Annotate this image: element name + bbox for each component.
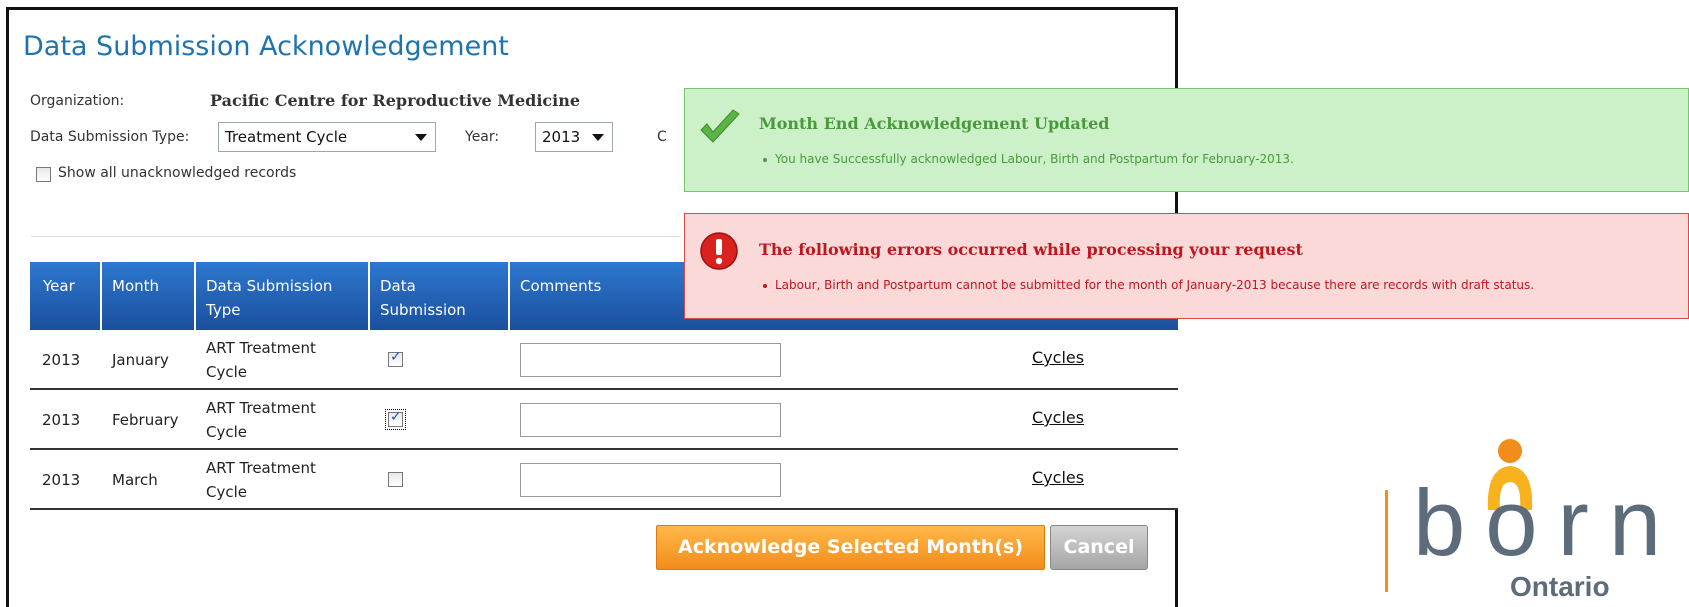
organization-value: Pacific Centre for Reproductive Medicine [210, 91, 581, 110]
clipped-label: C [657, 129, 667, 145]
year-select[interactable]: 2013 [535, 122, 613, 152]
bullet-icon [763, 283, 767, 288]
header-separator [194, 262, 196, 330]
submission-checkbox[interactable] [385, 409, 406, 430]
cycles-link[interactable]: Cycles [1032, 348, 1084, 367]
success-message: Month End Acknowledgement Updated You ha… [684, 88, 1689, 192]
submission-checkbox[interactable] [388, 349, 403, 367]
logo-subtitle: Ontario [1510, 571, 1610, 602]
year-label: Year: [465, 129, 500, 145]
logo-wordmark: born [1413, 470, 1682, 575]
cell-month: March [112, 471, 158, 489]
comment-input[interactable] [520, 463, 781, 497]
cycles-link[interactable]: Cycles [1032, 468, 1084, 487]
bullet-icon [763, 157, 767, 162]
header-comments: Comments [520, 277, 602, 295]
chevron-down-icon [592, 134, 604, 141]
cell-type: ART Treatment Cycle [206, 399, 316, 441]
year-value: 2013 [542, 128, 581, 146]
checkmark-icon [700, 109, 740, 143]
table-row: 2013 February ART Treatment Cycle Cycles [30, 390, 1178, 450]
submission-checkbox[interactable] [388, 472, 403, 487]
page-title: Data Submission Acknowledgement [23, 31, 509, 62]
header-type: Data Submission Type [206, 277, 333, 319]
acknowledge-button[interactable]: Acknowledge Selected Month(s) [656, 525, 1045, 570]
error-message: The following errors occurred while proc… [684, 213, 1689, 319]
header-year: Year [43, 277, 75, 295]
header-separator [100, 262, 102, 330]
born-logo: born Ontario [1380, 438, 1689, 602]
cell-month: January [112, 351, 169, 369]
cell-type: ART Treatment Cycle [206, 459, 316, 501]
submission-type-label: Data Submission Type: [30, 129, 190, 145]
submission-type-value: Treatment Cycle [225, 128, 348, 146]
success-text: You have Successfully acknowledged Labou… [775, 152, 1294, 166]
cell-year: 2013 [42, 411, 81, 429]
cell-year: 2013 [42, 351, 81, 369]
cycles-link[interactable]: Cycles [1032, 408, 1084, 427]
header-separator [368, 262, 370, 330]
header-separator [508, 262, 510, 330]
cell-type: ART Treatment Cycle [206, 339, 316, 381]
organization-label: Organization: [30, 93, 125, 109]
success-title: Month End Acknowledgement Updated [759, 114, 1110, 133]
success-item: You have Successfully acknowledged Labou… [763, 152, 1294, 166]
cell-year: 2013 [42, 471, 81, 489]
comment-input[interactable] [520, 343, 781, 377]
table-row: 2013 January ART Treatment Cycle Cycles [30, 330, 1178, 390]
show-unacknowledged-label: Show all unacknowledged records [58, 165, 297, 181]
logo-accent-bar [1385, 490, 1388, 592]
error-text: Labour, Birth and Postpartum cannot be s… [775, 278, 1535, 292]
error-title: The following errors occurred while proc… [759, 240, 1303, 259]
chevron-down-icon [415, 134, 427, 141]
divider [31, 236, 681, 237]
cancel-button[interactable]: Cancel [1050, 525, 1148, 570]
header-month: Month [112, 277, 160, 295]
header-data-submission: Data Submission [380, 277, 466, 319]
cell-month: February [112, 411, 179, 429]
table-row: 2013 March ART Treatment Cycle Cycles [30, 450, 1178, 510]
error-icon [700, 232, 738, 270]
submission-type-select[interactable]: Treatment Cycle [218, 122, 436, 152]
comment-input[interactable] [520, 403, 781, 437]
show-unacknowledged-checkbox[interactable] [36, 167, 51, 182]
error-item: Labour, Birth and Postpartum cannot be s… [763, 278, 1534, 292]
